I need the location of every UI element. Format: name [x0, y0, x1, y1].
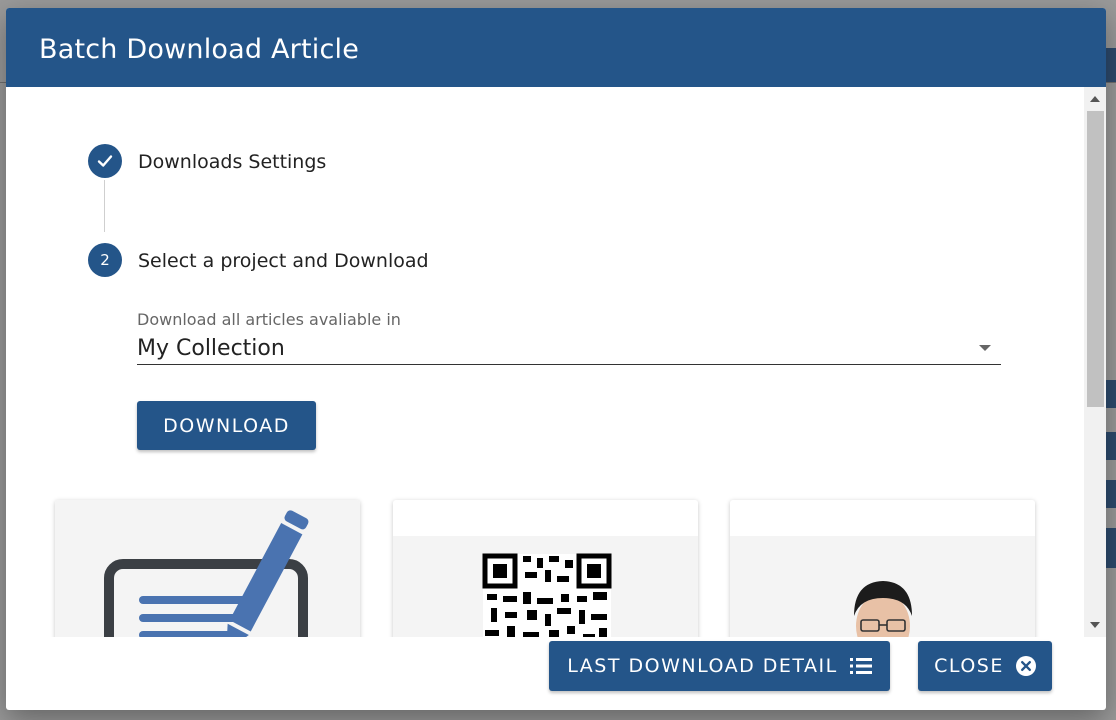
bg-button [1106, 48, 1116, 82]
last-download-detail-label: LAST DOWNLOAD DETAIL [567, 655, 838, 677]
batch-download-dialog: Batch Download Article Downloads Setting… [6, 8, 1106, 710]
step-1-label: Downloads Settings [138, 151, 327, 173]
card-profile-photo[interactable] [730, 500, 1035, 637]
step-2-number: 2 [88, 243, 122, 277]
card-qr-code[interactable] [393, 500, 698, 637]
scroll-up-arrow-icon[interactable] [1090, 96, 1100, 102]
card-image-area [730, 536, 1035, 637]
bg-button [1106, 480, 1116, 508]
close-circle-icon [1015, 656, 1036, 676]
bg-button [1106, 432, 1116, 460]
close-label: CLOSE [934, 655, 1004, 677]
avatar-photo [854, 581, 912, 637]
chevron-down-icon [979, 345, 991, 351]
dialog-header: Batch Download Article [6, 8, 1106, 87]
dialog-title: Batch Download Article [39, 34, 360, 65]
card-image-area [55, 500, 360, 637]
qr-code-icon [482, 553, 612, 637]
list-icon [849, 658, 872, 674]
last-download-detail-button[interactable]: LAST DOWNLOAD DETAIL [549, 641, 890, 691]
step-2-label: Select a project and Download [138, 250, 429, 272]
close-button[interactable]: CLOSE [918, 641, 1052, 691]
step-connector [104, 180, 105, 232]
scroll-down-arrow-icon[interactable] [1090, 622, 1100, 628]
bg-button [1106, 380, 1116, 408]
scrollbar-thumb[interactable] [1087, 111, 1104, 407]
pencil-document-icon [104, 510, 309, 637]
card-pencil-document[interactable] [55, 500, 360, 637]
dialog-body: Downloads Settings 2 Select a project an… [6, 87, 1106, 637]
dialog-scrollbar[interactable] [1084, 87, 1106, 637]
card-image-area [393, 536, 698, 637]
check-icon [97, 155, 113, 167]
collection-select-value: My Collection [137, 336, 285, 361]
bg-button [1106, 528, 1116, 568]
step-1-complete-icon [88, 144, 122, 178]
download-button[interactable]: DOWNLOAD [137, 401, 316, 450]
collection-select[interactable]: My Collection [137, 332, 1001, 365]
collection-field-label: Download all articles avaliable in [137, 310, 401, 329]
